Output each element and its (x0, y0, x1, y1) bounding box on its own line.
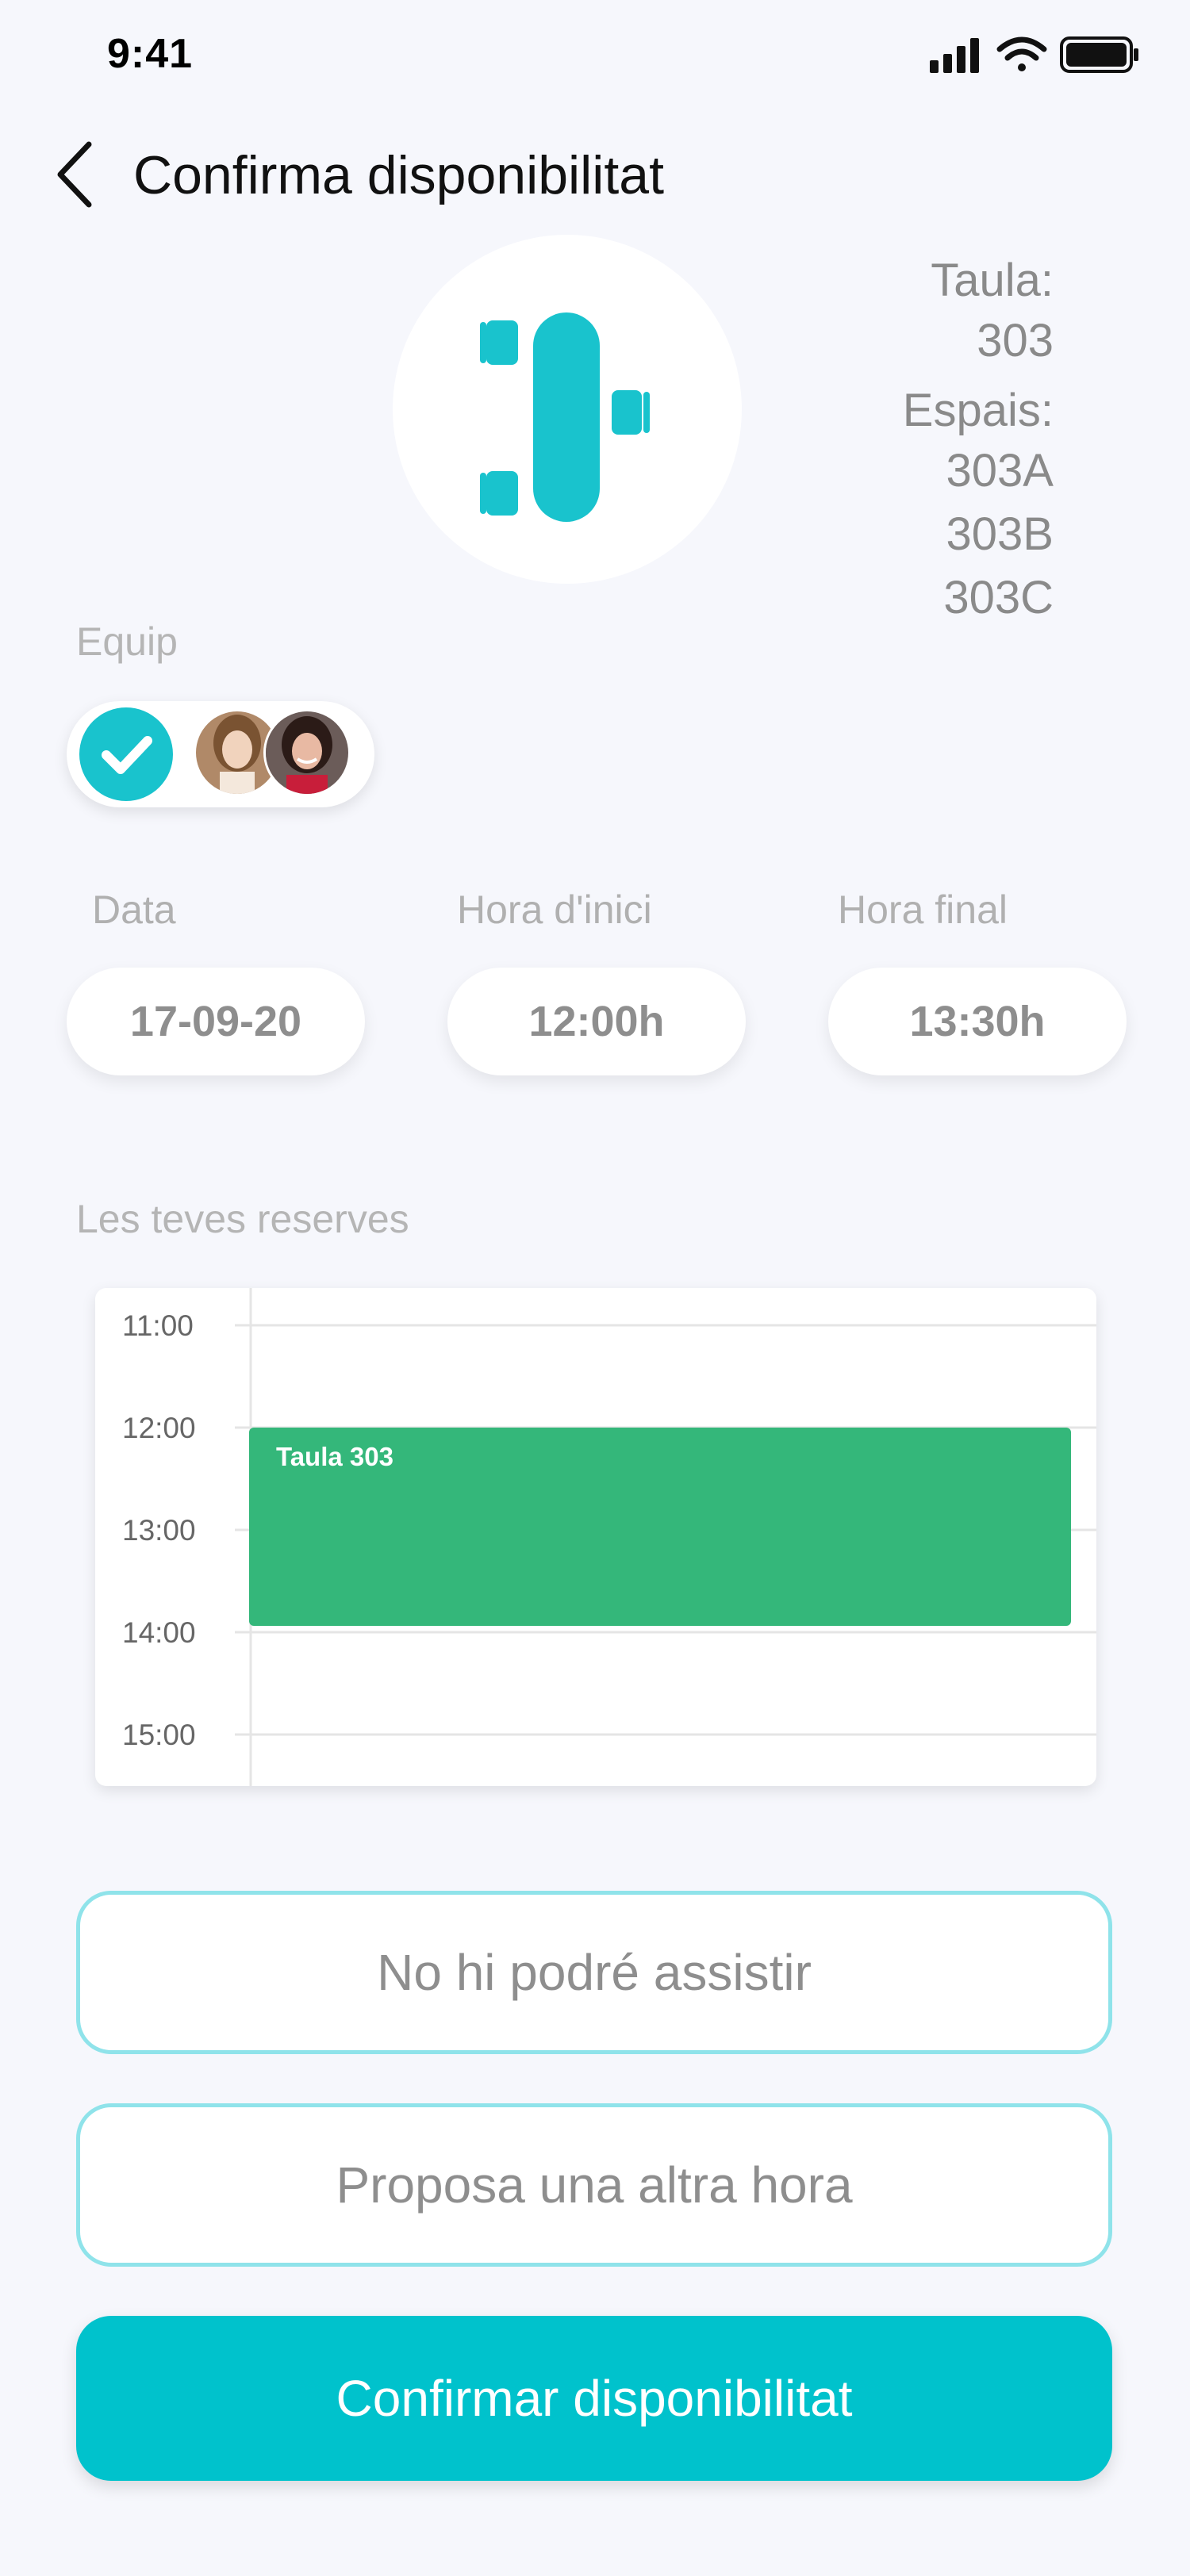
space-item: 303B (946, 508, 1054, 560)
propose-time-button[interactable]: Proposa una altra hora (76, 2103, 1112, 2267)
desk-info: Taula: 303 Espais: 303A 303B 303C (903, 251, 1054, 628)
spaces-label: Espais: (902, 385, 1054, 436)
signal-icon (930, 38, 979, 73)
space-item: 303C (943, 572, 1054, 623)
decline-button[interactable]: No hi podré assistir (76, 1891, 1112, 2054)
reservations-calendar[interactable]: 11:00 12:00 13:00 14:00 15:00 Taula 303 (95, 1288, 1096, 1786)
back-arrow-icon[interactable] (48, 135, 103, 214)
hour-label: 11:00 (122, 1309, 194, 1342)
reservations-label: Les teves reserves (76, 1197, 409, 1241)
avatar (263, 709, 351, 796)
team-selected-check[interactable] (79, 707, 173, 801)
confirm-availability-button[interactable]: Confirmar disponibilitat (76, 2316, 1112, 2481)
desk-icon (480, 312, 650, 522)
team-label: Equip (76, 619, 178, 664)
battery-icon (1060, 36, 1138, 73)
table-value: 303 (977, 315, 1054, 366)
status-icons (930, 36, 1138, 73)
status-time: 9:41 (107, 31, 194, 77)
start-time-label: Hora d'inici (457, 887, 652, 932)
date-field[interactable]: 17-09-20 (67, 968, 365, 1075)
space-item: 303A (946, 445, 1054, 496)
end-time-label: Hora final (838, 887, 1008, 932)
hour-label: 12:00 (122, 1412, 196, 1444)
hour-label: 15:00 (122, 1719, 196, 1751)
hour-label: 13:00 (122, 1514, 196, 1547)
start-time-field[interactable]: 12:00h (447, 968, 746, 1075)
wifi-icon (996, 36, 1047, 71)
calendar-grid: 11:00 12:00 13:00 14:00 15:00 Taula 303 (122, 1288, 1096, 1786)
end-time-field[interactable]: 13:30h (828, 968, 1127, 1075)
table-label: Taula: (931, 255, 1054, 306)
page-title: Confirma disponibilitat (133, 145, 664, 205)
check-icon (102, 736, 152, 774)
reservation-event-title: Taula 303 (276, 1442, 393, 1471)
date-label: Data (92, 887, 176, 932)
hour-label: 14:00 (122, 1616, 196, 1649)
